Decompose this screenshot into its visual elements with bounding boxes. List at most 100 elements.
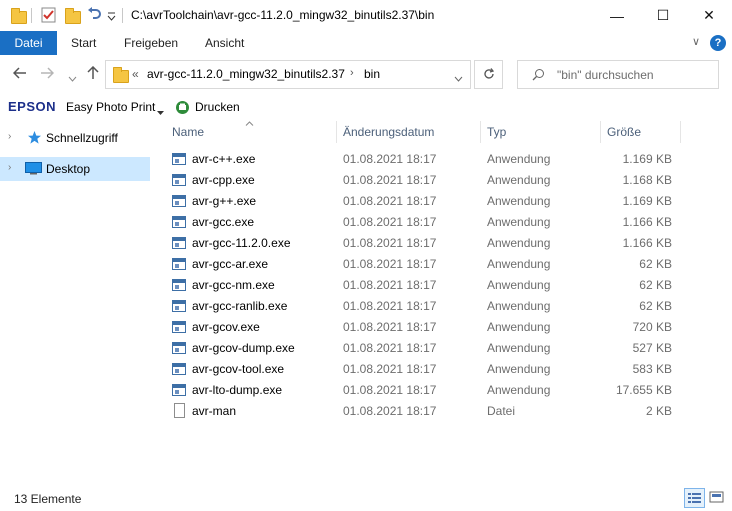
- dropdown-arrow-icon[interactable]: [157, 105, 164, 119]
- sidebar-item-label: Desktop: [46, 162, 91, 176]
- exe-icon: [172, 216, 186, 228]
- expand-chevron-icon[interactable]: ›: [8, 131, 11, 142]
- file-size: 1.168 KB: [622, 173, 672, 187]
- address-dropdown-icon[interactable]: [454, 71, 463, 85]
- tab-ansicht[interactable]: Ansicht: [205, 36, 244, 50]
- printer-icon: [175, 100, 190, 118]
- window-title: C:\avrToolchain\avr-gcc-11.2.0_mingw32_b…: [131, 8, 435, 22]
- file-type: Anwendung: [487, 299, 551, 313]
- file-type: Anwendung: [487, 173, 551, 187]
- details-view-button[interactable]: [684, 488, 705, 508]
- close-button[interactable]: ✕: [686, 0, 732, 31]
- details-view-icon: [688, 493, 701, 503]
- forward-arrow-icon[interactable]: [40, 66, 55, 83]
- file-name: avr-cpp.exe: [192, 173, 255, 187]
- up-arrow-icon[interactable]: [87, 65, 99, 84]
- table-row[interactable]: avr-gcc-nm.exe 01.08.2021 18:17 Anwendung 6…: [165, 275, 685, 296]
- maximize-button[interactable]: ☐: [640, 0, 686, 31]
- file-date: 01.08.2021 18:17: [343, 341, 437, 355]
- star-icon: [27, 130, 42, 148]
- file-date: 01.08.2021 18:17: [343, 362, 437, 376]
- file-name: avr-gcov-dump.exe: [192, 341, 295, 355]
- quick-access-dropdown-icon[interactable]: [107, 10, 116, 24]
- file-name: avr-gcc-ar.exe: [192, 257, 269, 271]
- file-name: avr-man: [192, 404, 237, 418]
- table-row[interactable]: avr-gcc-ar.exe 01.08.2021 18:17 Anwendung 6…: [165, 254, 685, 275]
- exe-icon: [172, 321, 186, 333]
- expand-chevron-icon[interactable]: ›: [8, 162, 11, 173]
- easy-photo-print-button[interactable]: Easy Photo Print: [66, 100, 155, 114]
- file-date: 01.08.2021 18:17: [343, 299, 437, 313]
- file-type: Anwendung: [487, 236, 551, 250]
- file-size: 720 KB: [632, 320, 672, 334]
- file-size: 17.655 KB: [615, 383, 672, 397]
- search-input[interactable]: "bin" durchsuchen: [557, 68, 654, 82]
- breadcrumb-chevron-icon[interactable]: ›: [350, 67, 354, 79]
- search-icon: [532, 68, 545, 84]
- file-date: 01.08.2021 18:17: [343, 215, 437, 229]
- sidebar-item-desktop[interactable]: › Desktop: [0, 157, 150, 181]
- exe-icon: [172, 237, 186, 249]
- file-date: 01.08.2021 18:17: [343, 383, 437, 397]
- file-icon: [174, 403, 185, 418]
- address-bar[interactable]: « avr-gcc-11.2.0_mingw32_binutils2.37 › …: [105, 60, 471, 89]
- search-box[interactable]: "bin" durchsuchen: [517, 60, 719, 89]
- ribbon-expand-icon[interactable]: ∨: [692, 35, 700, 48]
- help-icon[interactable]: ?: [710, 35, 726, 51]
- table-row[interactable]: avr-cpp.exe 01.08.2021 18:17 Anwendung 1.16…: [165, 170, 685, 191]
- table-row[interactable]: avr-gcc-ranlib.exe 01.08.2021 18:17 Anwend…: [165, 296, 685, 317]
- file-name: avr-gcc-11.2.0.exe: [192, 236, 291, 250]
- minimize-button[interactable]: —: [594, 0, 640, 31]
- column-divider[interactable]: [600, 121, 601, 143]
- file-size: 527 KB: [632, 341, 672, 355]
- breadcrumb-segment-parent[interactable]: avr-gcc-11.2.0_mingw32_binutils2.37: [147, 67, 345, 81]
- file-type: Datei: [487, 404, 516, 418]
- file-type: Anwendung: [487, 383, 551, 397]
- file-name: avr-gcc.exe: [192, 215, 255, 229]
- properties-icon[interactable]: [41, 7, 56, 26]
- breadcrumb-overflow[interactable]: «: [132, 67, 139, 81]
- refresh-button[interactable]: [474, 60, 503, 89]
- navigation-pane: › Schnellzugriff › Desktop: [0, 119, 150, 479]
- table-row[interactable]: avr-gcov.exe 01.08.2021 18:17 Anwendung 720…: [165, 317, 685, 338]
- exe-icon: [172, 384, 186, 396]
- breadcrumb-segment-current[interactable]: bin: [364, 67, 380, 81]
- column-header-date[interactable]: Änderungsdatum: [343, 121, 434, 143]
- column-header-type[interactable]: Typ: [487, 121, 506, 143]
- file-date: 01.08.2021 18:17: [343, 278, 437, 292]
- exe-icon: [172, 153, 186, 165]
- table-row[interactable]: avr-gcov-dump.exe 01.08.2021 18:17 Anwendu…: [165, 338, 685, 359]
- back-arrow-icon[interactable]: [12, 66, 27, 83]
- column-divider[interactable]: [336, 121, 337, 143]
- table-row[interactable]: avr-gcc.exe 01.08.2021 18:17 Anwendung 1.16…: [165, 212, 685, 233]
- recent-dropdown-icon[interactable]: [68, 69, 77, 86]
- exe-icon: [172, 363, 186, 375]
- table-row[interactable]: avr-man 01.08.2021 18:17 Datei 2 KB: [165, 401, 685, 422]
- table-row[interactable]: avr-lto-dump.exe 01.08.2021 18:17 Anwendun…: [165, 380, 685, 401]
- exe-icon: [172, 174, 186, 186]
- print-button[interactable]: Drucken: [195, 100, 240, 114]
- column-header-size[interactable]: Größe: [607, 121, 641, 143]
- title-bar: C:\avrToolchain\avr-gcc-11.2.0_mingw32_b…: [0, 0, 732, 31]
- file-name: avr-gcov.exe: [192, 320, 260, 334]
- sidebar-item-schnellzugriff[interactable]: › Schnellzugriff: [0, 126, 150, 150]
- table-row[interactable]: avr-gcov-tool.exe 01.08.2021 18:17 Anwendu…: [165, 359, 685, 380]
- large-icons-view-button[interactable]: [707, 488, 728, 508]
- column-divider[interactable]: [480, 121, 481, 143]
- column-header-name[interactable]: Name: [172, 121, 204, 143]
- exe-icon: [172, 258, 186, 270]
- undo-icon[interactable]: [87, 6, 102, 24]
- tab-datei[interactable]: Datei: [0, 31, 57, 55]
- table-row[interactable]: avr-c++.exe 01.08.2021 18:17 Anwendung 1.16…: [165, 149, 685, 170]
- tab-freigeben[interactable]: Freigeben: [124, 36, 178, 50]
- file-size: 1.166 KB: [622, 236, 672, 250]
- file-date: 01.08.2021 18:17: [343, 194, 437, 208]
- file-type: Anwendung: [487, 215, 551, 229]
- table-row[interactable]: avr-g++.exe 01.08.2021 18:17 Anwendung 1.16…: [165, 191, 685, 212]
- file-type: Anwendung: [487, 341, 551, 355]
- table-row[interactable]: avr-gcc-11.2.0.exe 01.08.2021 18:17 Anwend…: [165, 233, 685, 254]
- tab-start[interactable]: Start: [71, 36, 96, 50]
- file-type: Anwendung: [487, 362, 551, 376]
- column-divider[interactable]: [680, 121, 681, 143]
- epson-toolbar: EPSON Easy Photo Print Drucken: [0, 97, 732, 119]
